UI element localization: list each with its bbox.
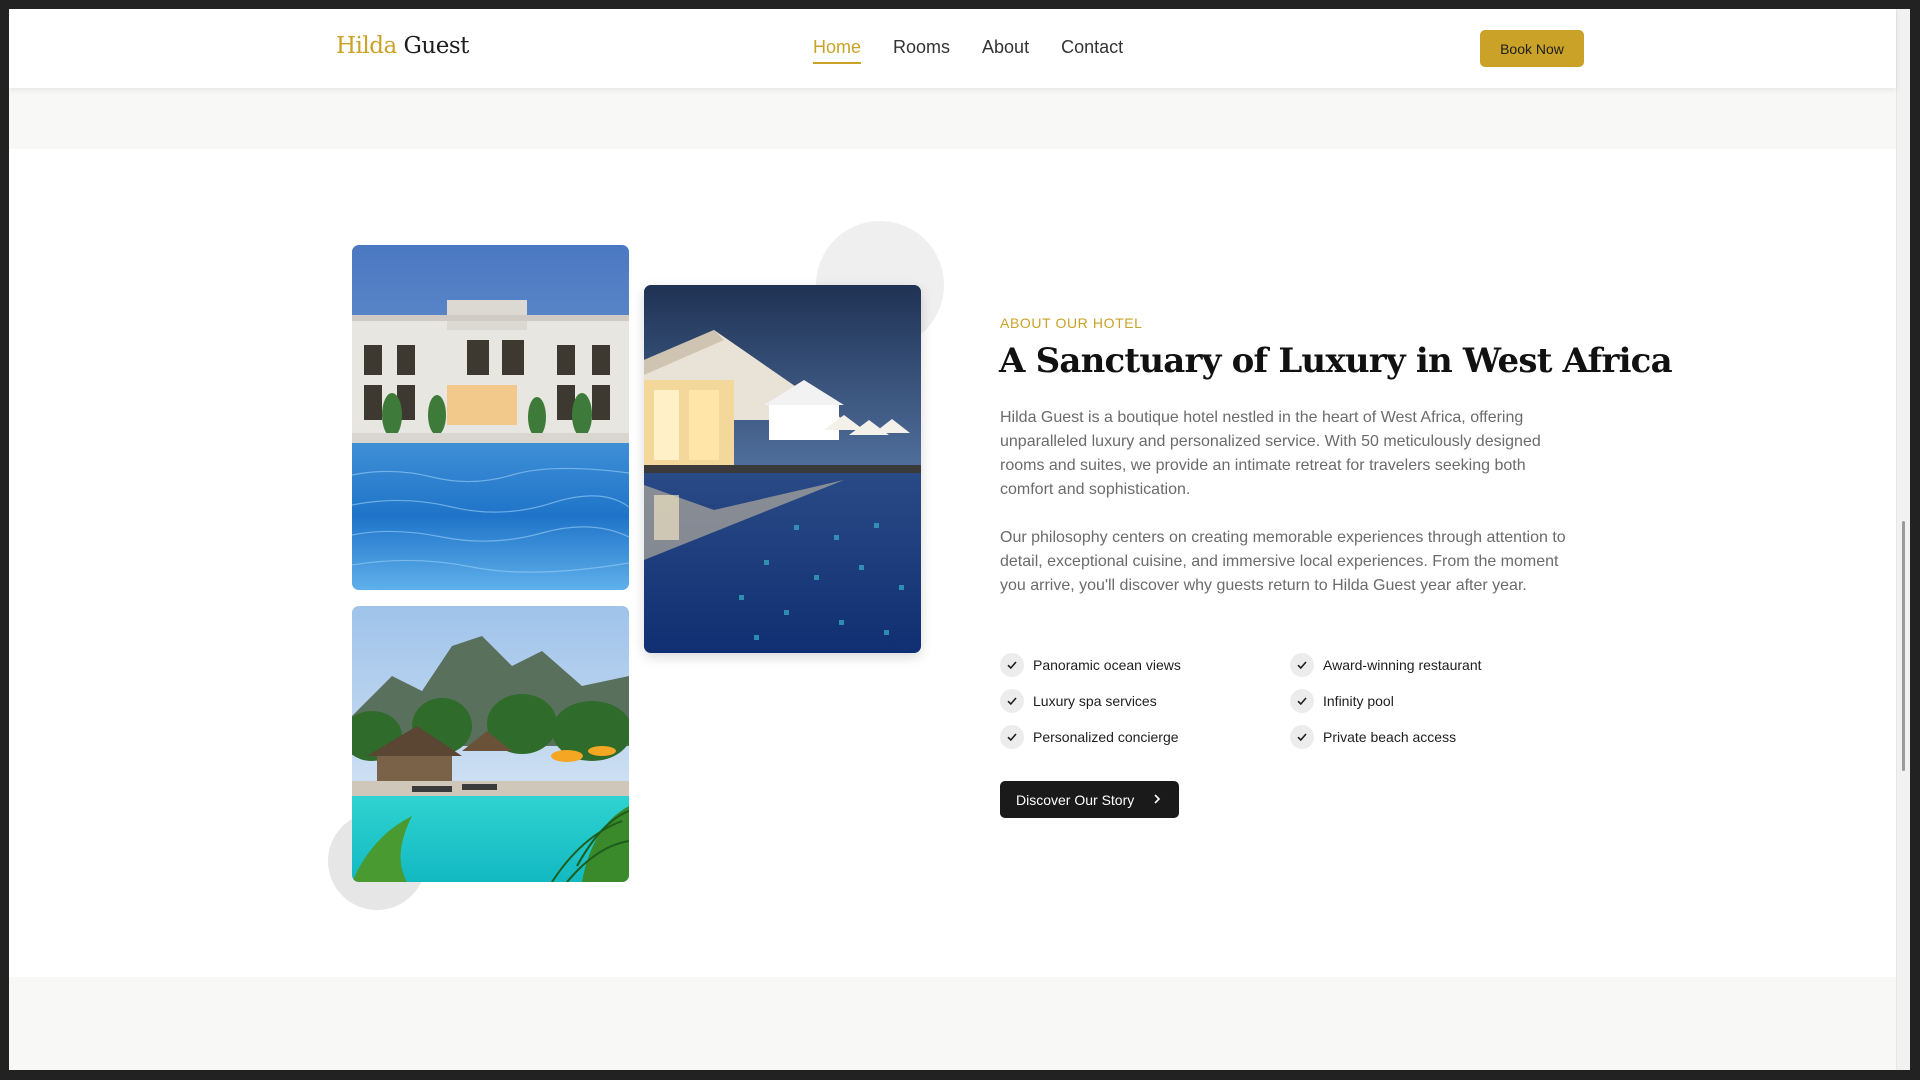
discover-story-button[interactable]: Discover Our Story: [1000, 781, 1179, 818]
section-eyebrow: ABOUT OUR HOTEL: [1000, 315, 1143, 331]
check-icon: [1000, 689, 1024, 713]
feature-item: Private beach access: [1290, 725, 1580, 749]
feature-label: Luxury spa services: [1033, 693, 1157, 709]
chevron-right-icon: [1152, 792, 1162, 808]
scrollbar[interactable]: [1896, 9, 1910, 1070]
section-heading: A Sanctuary of Luxury in West Africa: [999, 341, 1673, 381]
feature-list: Panoramic ocean views Award-winning rest…: [1000, 653, 1580, 749]
book-now-button[interactable]: Book Now: [1480, 30, 1584, 67]
logo-second-word: Guest: [403, 33, 470, 59]
section-band-bottom: [9, 977, 1896, 1070]
check-icon: [1000, 725, 1024, 749]
tropical-pool-photo: [352, 606, 629, 882]
feature-item: Infinity pool: [1290, 689, 1580, 713]
nav-about[interactable]: About: [982, 37, 1029, 64]
browser-viewport: Hilda Guest Home Rooms About Contact Boo…: [9, 9, 1910, 1070]
logo-first-word: Hilda: [336, 33, 397, 59]
feature-item: Panoramic ocean views: [1000, 653, 1290, 677]
feature-item: Personalized concierge: [1000, 725, 1290, 749]
feature-item: Award-winning restaurant: [1290, 653, 1580, 677]
hotel-facade-photo: [352, 245, 629, 590]
nav-contact[interactable]: Contact: [1061, 37, 1123, 64]
nav-rooms[interactable]: Rooms: [893, 37, 950, 64]
check-icon: [1000, 653, 1024, 677]
feature-label: Private beach access: [1323, 729, 1457, 745]
discover-story-label: Discover Our Story: [1016, 791, 1135, 808]
scrollbar-thumb[interactable]: [1902, 521, 1905, 771]
site-header: Hilda Guest Home Rooms About Contact Boo…: [9, 9, 1896, 88]
feature-item: Luxury spa services: [1000, 689, 1290, 713]
feature-label: Award-winning restaurant: [1323, 657, 1482, 673]
check-icon: [1290, 653, 1314, 677]
check-icon: [1290, 689, 1314, 713]
feature-label: Panoramic ocean views: [1033, 657, 1181, 673]
feature-label: Infinity pool: [1323, 693, 1394, 709]
about-paragraph-2: Our philosophy centers on creating memor…: [1000, 529, 1566, 594]
check-icon: [1290, 725, 1314, 749]
about-paragraph-1: Hilda Guest is a boutique hotel nestled …: [1000, 409, 1541, 498]
main-nav: Home Rooms About Contact: [813, 37, 1123, 64]
feature-label: Personalized concierge: [1033, 729, 1179, 745]
resort-dusk-photo: [644, 285, 921, 653]
site-logo[interactable]: Hilda Guest: [336, 33, 469, 59]
nav-home[interactable]: Home: [813, 37, 862, 64]
section-band-top: [9, 88, 1896, 149]
